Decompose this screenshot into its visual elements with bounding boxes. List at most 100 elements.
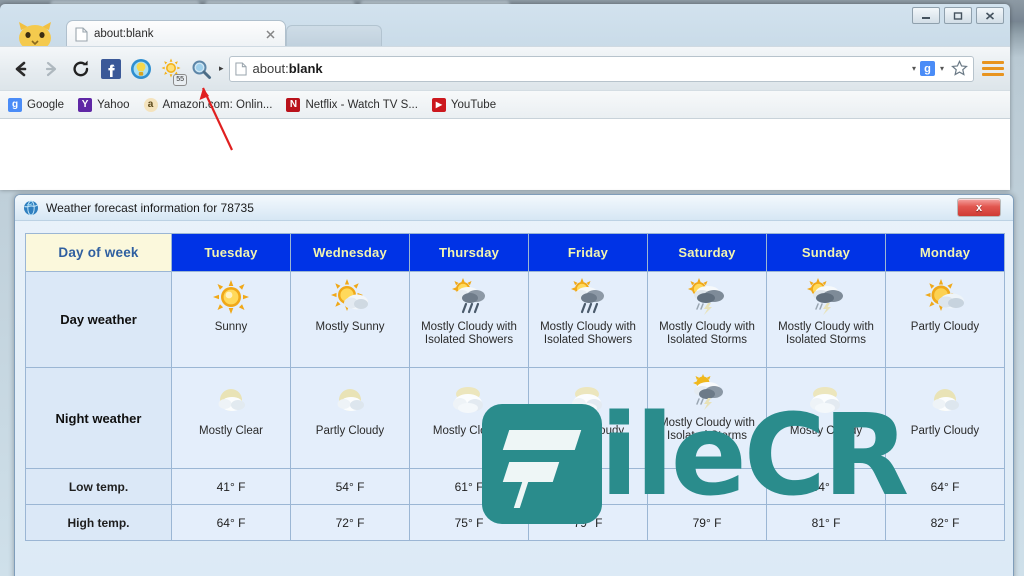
tab-strip: about:blank	[0, 4, 1010, 51]
condition-label: Mostly Cloudy with Isolated Showers	[421, 321, 517, 346]
mostly-cloudy-showers-icon	[565, 278, 611, 318]
day-cell-monday: Partly Cloudy	[885, 271, 1005, 368]
day-header-monday: Monday	[885, 233, 1005, 272]
weather-dialog: Weather forecast information for 78735 x…	[14, 194, 1014, 576]
maximize-button[interactable]	[944, 7, 972, 24]
dialog-close-button[interactable]: x	[957, 198, 1001, 217]
day-header-friday: Friday	[528, 233, 648, 272]
close-icon[interactable]	[264, 28, 277, 41]
table-row-low-temp: Low temp. 41° F 54° F 61° F 62° F 63° F …	[25, 468, 1005, 505]
bookmark-label: Netflix - Watch TV S...	[305, 98, 418, 111]
day-cell-sunday: Mostly Cloudy with Isolated Storms	[766, 271, 886, 368]
omnibox-scheme: about:	[252, 61, 289, 76]
lightbulb-extension-icon[interactable]	[128, 56, 154, 82]
high-temp-tuesday: 64° F	[171, 504, 291, 541]
inactive-tab[interactable]	[286, 25, 382, 47]
omnibox-host: blank	[288, 61, 323, 76]
minimize-button[interactable]	[912, 7, 940, 24]
bookmark-google[interactable]: g Google	[8, 97, 65, 112]
corner-header: Day of week	[25, 233, 172, 272]
condition-label: Mostly Cloudy	[551, 425, 625, 437]
condition-label: Mostly Cloudy with Isolated Storms	[659, 321, 755, 346]
day-header-sunday: Sunday	[766, 233, 886, 272]
table-row-high-temp: High temp. 64° F 72° F 75° F 79° F 79° F…	[25, 504, 1005, 541]
browser-toolbar: 55 ▸ about:blank ▾ g ▾	[0, 46, 1010, 90]
back-button[interactable]	[6, 54, 36, 84]
night-cell-tuesday: Mostly Clear	[171, 367, 291, 469]
omnibox-text[interactable]: about:blank	[253, 61, 910, 76]
mostly-sunny-icon	[327, 278, 373, 318]
day-header-saturday: Saturday	[647, 233, 767, 272]
high-temp-wednesday: 72° F	[290, 504, 410, 541]
forward-button[interactable]	[36, 54, 66, 84]
high-temp-thursday: 75° F	[409, 504, 529, 541]
night-cell-friday: Mostly Cloudy	[528, 367, 648, 469]
partly-cloudy-night-icon	[922, 382, 968, 422]
window-controls	[912, 7, 1004, 24]
active-tab[interactable]: about:blank	[66, 20, 286, 47]
tab-title: about:blank	[94, 28, 154, 40]
condition-label: Mostly Cloudy	[789, 425, 863, 437]
day-cell-tuesday: Sunny	[171, 271, 291, 368]
globe-icon	[23, 200, 39, 216]
high-temp-friday: 79° F	[528, 504, 648, 541]
row-label-high-temp: High temp.	[25, 504, 172, 541]
bookmark-label: YouTube	[450, 98, 497, 111]
bookmark-label: Google	[27, 98, 65, 111]
mostly-cloudy-storms-icon	[803, 278, 849, 318]
partly-cloudy-icon	[922, 278, 968, 318]
extensions-overflow-icon[interactable]: ▸	[219, 63, 224, 74]
low-temp-saturday: 63° F	[647, 468, 767, 505]
condition-label: Sunny	[214, 321, 248, 333]
omnibox[interactable]: about:blank ▾ g ▾	[228, 55, 974, 82]
page-icon	[75, 26, 88, 42]
youtube-icon: ▶	[431, 97, 446, 112]
row-label-day-weather: Day weather	[25, 271, 172, 368]
high-temp-sunday: 81° F	[766, 504, 886, 541]
high-temp-monday: 82° F	[885, 504, 1005, 541]
reload-button[interactable]	[66, 54, 96, 84]
chevron-down-icon[interactable]: ▾	[912, 64, 916, 73]
condition-label: Mostly Clear	[199, 425, 263, 437]
mostly-cloudy-storms-night-icon	[684, 374, 730, 414]
condition-label: Mostly Cloudy with Isolated Storms	[659, 417, 755, 442]
condition-label: Mostly Sunny	[315, 321, 385, 333]
mostly-cloudy-showers-icon	[446, 278, 492, 318]
bookmark-label: Yahoo	[97, 98, 130, 111]
mostly-cloudy-night-icon	[446, 382, 492, 422]
condition-label: Mostly Cloudy with Isolated Showers	[540, 321, 636, 346]
close-button[interactable]	[976, 7, 1004, 24]
low-temp-thursday: 61° F	[409, 468, 529, 505]
high-temp-saturday: 79° F	[647, 504, 767, 541]
weather-extension-badge: 55	[173, 73, 187, 86]
day-header-thursday: Thursday	[409, 233, 529, 272]
low-temp-wednesday: 54° F	[290, 468, 410, 505]
bookmark-youtube[interactable]: ▶ YouTube	[431, 97, 497, 112]
day-cell-thursday: Mostly Cloudy with Isolated Showers	[409, 271, 529, 368]
low-temp-monday: 64° F	[885, 468, 1005, 505]
weather-extension-icon[interactable]: 55	[158, 56, 187, 86]
chevron-down-icon-2[interactable]: ▾	[940, 64, 944, 73]
browser-window: about:blank 55 ▸ about:blank ▾ g ▾ g Goo…	[0, 4, 1010, 190]
search-engine-icon[interactable]: g	[919, 61, 935, 76]
night-cell-monday: Partly Cloudy	[885, 367, 1005, 469]
table-header-row: Day of week Tuesday Wednesday Thursday F…	[25, 233, 1005, 272]
day-cell-friday: Mostly Cloudy with Isolated Showers	[528, 271, 648, 368]
amazon-icon: a	[143, 97, 158, 112]
facebook-extension-icon[interactable]	[98, 56, 124, 82]
page-info-icon[interactable]	[234, 61, 247, 76]
star-icon[interactable]	[951, 59, 968, 77]
bookmark-yahoo[interactable]: Y Yahoo	[78, 97, 130, 112]
low-temp-tuesday: 41° F	[171, 468, 291, 505]
table-row-day-weather: Day weather Sunny Mostly Sunny Mostly Cl…	[25, 271, 1005, 368]
hamburger-menu[interactable]	[982, 56, 1004, 82]
condition-label: Mostly Cloudy with Isolated Storms	[778, 321, 874, 346]
night-cell-sunday: Mostly Cloudy	[766, 367, 886, 469]
bookmark-netflix[interactable]: N Netflix - Watch TV S...	[286, 97, 418, 112]
google-icon: g	[8, 97, 22, 112]
day-cell-saturday: Mostly Cloudy with Isolated Storms	[647, 271, 767, 368]
condition-label: Partly Cloudy	[910, 425, 980, 437]
screen: amazon.com netflix.com weather.php speed…	[0, 0, 1024, 576]
day-header-wednesday: Wednesday	[290, 233, 410, 272]
mostly-clear-night-icon	[208, 382, 254, 422]
